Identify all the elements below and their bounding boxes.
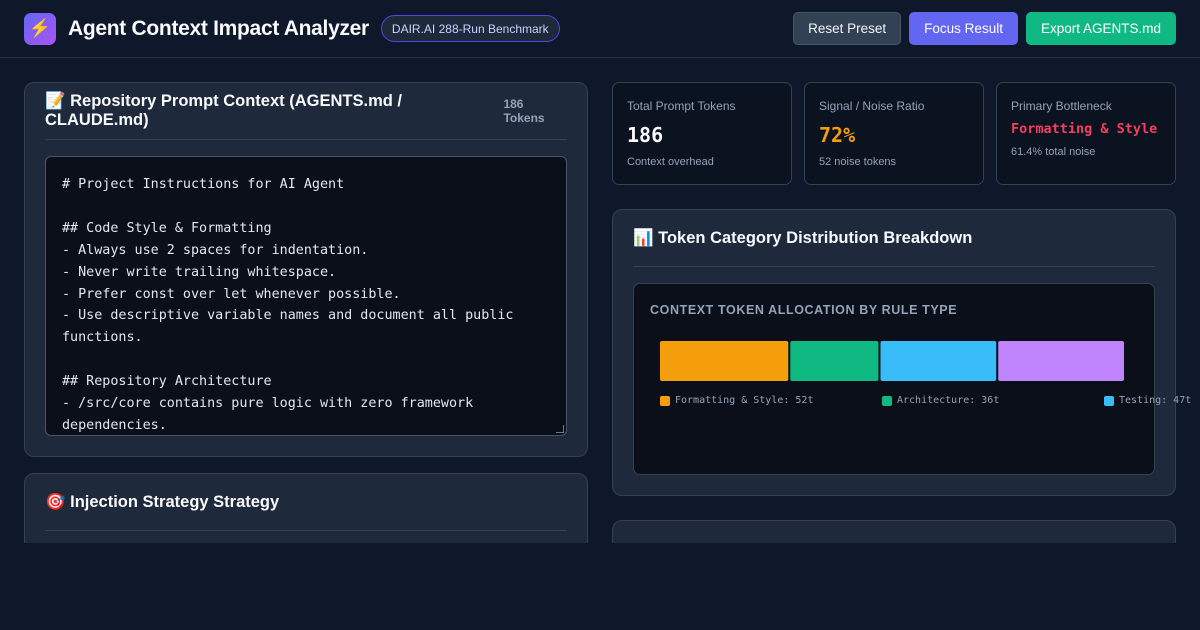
app-title: Agent Context Impact Analyzer bbox=[68, 16, 369, 40]
legend-label: Formatting & Style: 52t bbox=[675, 395, 814, 406]
stat-label: Primary Bottleneck bbox=[1011, 99, 1112, 113]
distribution-panel-title: 📊 Token Category Distribution Breakdown bbox=[633, 228, 973, 247]
distribution-panel-header: 📊 Token Category Distribution Breakdown bbox=[633, 210, 1155, 267]
stat-subtext: Context overhead bbox=[627, 156, 714, 168]
legend-item: Formatting & Style: 52t bbox=[660, 395, 813, 406]
header-actions: Reset Preset Focus Result Export AGENTS.… bbox=[793, 12, 1176, 45]
export-agents-button[interactable]: Export AGENTS.md bbox=[1025, 12, 1176, 45]
bar-segment-formatting-style bbox=[660, 341, 789, 381]
strategy-panel-title: 🎯 Injection Strategy Strategy bbox=[45, 492, 280, 511]
stacked-bar-svg bbox=[660, 341, 1124, 381]
reset-preset-button[interactable]: Reset Preset bbox=[793, 12, 902, 45]
stat-card-total-tokens: Total Prompt Tokens 186 Context overhead bbox=[612, 82, 792, 185]
legend-label: Testing: 47t bbox=[1119, 395, 1192, 406]
context-panel-header: 📝 Repository Prompt Context (AGENTS.md /… bbox=[45, 83, 567, 140]
app-header: ⚡ Agent Context Impact Analyzer DAIR.AI … bbox=[0, 0, 1200, 58]
legend-swatch bbox=[660, 395, 670, 406]
legend-swatch bbox=[1104, 395, 1114, 406]
stat-value: 72% bbox=[819, 123, 856, 147]
legend-item: Architecture: 36t bbox=[882, 395, 999, 406]
token-allocation-chart: Context Token Allocation by Rule Type Fo… bbox=[633, 283, 1191, 475]
context-editor[interactable]: # Project Instructions for AI Agent ## C… bbox=[45, 156, 567, 436]
context-panel-title: 📝 Repository Prompt Context (AGENTS.md /… bbox=[45, 92, 402, 129]
stat-label: Signal / Noise Ratio bbox=[819, 99, 925, 113]
stat-card-signal-noise: Signal / Noise Ratio 72% 52 noise tokens bbox=[804, 82, 984, 185]
viewport-cutoff bbox=[0, 543, 1200, 630]
token-count-label: 186 Tokens bbox=[503, 97, 545, 125]
legend-label: Architecture: 36t bbox=[897, 395, 1000, 406]
legend-swatch bbox=[882, 395, 892, 406]
stat-label: Total Prompt Tokens bbox=[627, 99, 736, 113]
benchmark-badge: DAIR.AI 288-Run Benchmark bbox=[380, 15, 560, 42]
stat-subtext: 61.4% total noise bbox=[1011, 146, 1096, 158]
legend-item: Testing: 47t bbox=[1104, 395, 1191, 406]
lightning-icon: ⚡ bbox=[24, 12, 56, 45]
bar-segment-testing bbox=[880, 341, 997, 381]
stat-value: 186 bbox=[627, 123, 664, 147]
resize-handle[interactable] bbox=[556, 425, 564, 433]
context-editor-text[interactable]: # Project Instructions for AI Agent ## C… bbox=[62, 174, 550, 435]
distribution-panel: 📊 Token Category Distribution Breakdown … bbox=[612, 209, 1191, 496]
bar-segment-architecture bbox=[790, 341, 879, 381]
stat-value: Formatting & Style bbox=[1011, 121, 1158, 137]
strategy-panel-header: 🎯 Injection Strategy Strategy bbox=[45, 474, 567, 531]
bar-segment-other bbox=[998, 341, 1124, 381]
context-panel: 📝 Repository Prompt Context (AGENTS.md /… bbox=[24, 82, 588, 457]
stat-card-bottleneck: Primary Bottleneck Formatting & Style 61… bbox=[996, 82, 1176, 185]
stat-subtext: 52 noise tokens bbox=[819, 156, 897, 168]
focus-result-button[interactable]: Focus Result bbox=[909, 12, 1018, 45]
